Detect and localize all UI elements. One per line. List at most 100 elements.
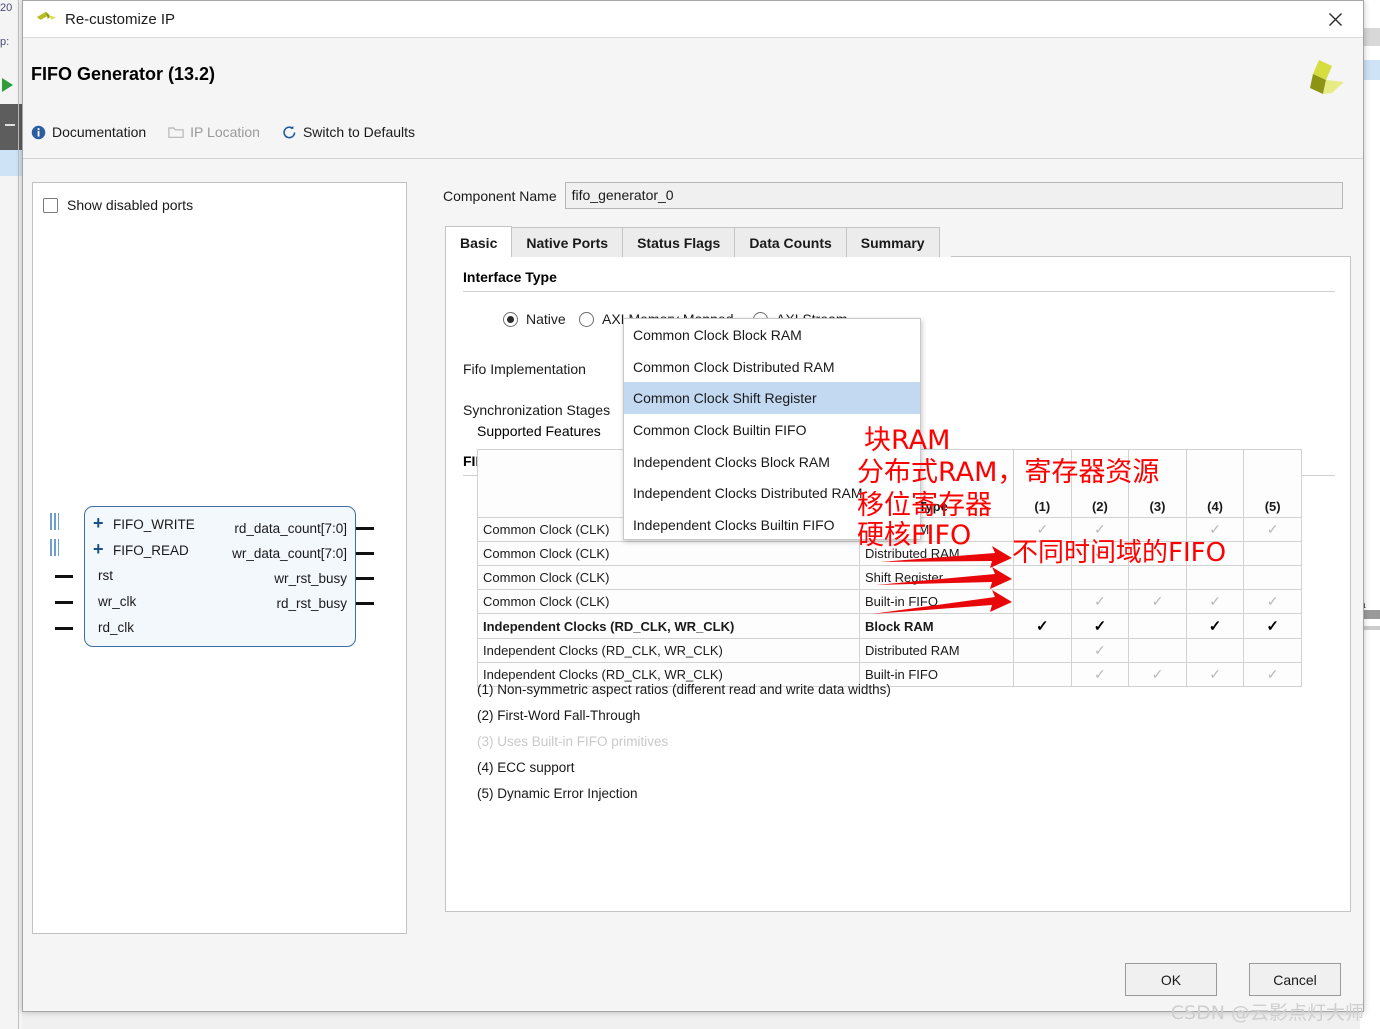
- close-icon[interactable]: [1307, 1, 1363, 38]
- component-name-row: Component Name fifo_generator_0: [443, 182, 1343, 209]
- show-disabled-ports-checkbox[interactable]: [43, 197, 58, 213]
- header-col-4: (4): [1185, 449, 1245, 518]
- expand-plus-icon-fifo-read[interactable]: +: [93, 540, 104, 558]
- cell-feature-1: [1013, 638, 1072, 663]
- documentation-label: Documentation: [52, 124, 147, 140]
- cell-feature-3: [1128, 541, 1187, 566]
- documentation-button[interactable]: Documentation: [31, 124, 146, 140]
- dialog-button-bar: OK Cancel: [23, 950, 1365, 1012]
- table-row: Common Clock (CLK) Shift Register: [477, 565, 1302, 590]
- footnote-2: (2) First-Word Fall-Through: [477, 708, 641, 723]
- cell-feature-1: [1013, 565, 1072, 590]
- cell-memory-type: Shift Register: [859, 565, 1014, 590]
- cell-memory-type: Distributed RAM: [859, 541, 1014, 566]
- show-disabled-ports-row[interactable]: Show disabled ports: [43, 197, 193, 213]
- cell-clock-domain: Common Clock (CLK): [477, 565, 860, 590]
- background-text-fragment-2: p:: [0, 36, 10, 48]
- cell-feature-4: [1185, 541, 1245, 566]
- bus-label-fifo-read: FIFO_READ: [113, 543, 189, 558]
- bus-stub-fifo-write: [50, 513, 59, 530]
- port-label-rd-data-count: rd_data_count[7:0]: [234, 521, 347, 536]
- radio-native[interactable]: Native: [503, 311, 566, 327]
- fifo-implementation-dropdown[interactable]: Common Clock Block RAM Common Clock Distr…: [623, 318, 921, 540]
- cell-feature-2: ✓: [1070, 517, 1130, 542]
- tab-native-ports[interactable]: Native Ports: [511, 227, 624, 258]
- cell-feature-2: ✓: [1070, 662, 1130, 687]
- cell-feature-3: ✓: [1128, 589, 1187, 614]
- cell-feature-3: [1128, 613, 1187, 639]
- tab-summary[interactable]: Summary: [845, 227, 940, 258]
- switch-to-defaults-label: Switch to Defaults: [302, 124, 416, 140]
- dropdown-option-4[interactable]: Independent Clocks Block RAM: [624, 446, 920, 478]
- settings-panel: Component Name fifo_generator_0 Basic Na…: [443, 182, 1353, 934]
- basic-tab-content: Interface Type Native AXI Memory Mapped …: [445, 257, 1351, 912]
- cell-feature-1: [1013, 662, 1072, 687]
- cell-feature-4: ✓: [1185, 662, 1245, 687]
- dropdown-option-2[interactable]: Common Clock Shift Register: [624, 382, 920, 415]
- footnote-4: (4) ECC support: [477, 760, 575, 775]
- pin-stub-rst: [55, 575, 73, 578]
- radio-axi-memory-mapped-indicator[interactable]: [579, 311, 594, 327]
- ip-location-button[interactable]: IP Location: [168, 124, 260, 140]
- supported-features-table-body: Common Clock (CLK)Block RAM✓✓✓✓Common Cl…: [477, 517, 1302, 687]
- cell-feature-3: [1128, 517, 1187, 542]
- tab-bar-filler: [951, 226, 1351, 257]
- table-row: Common Clock (CLK) Built-in FIFO ✓ ✓ ✓ ✓: [477, 589, 1302, 614]
- bus-stub-fifo-read: [50, 539, 59, 556]
- cell-feature-2: ✓: [1070, 613, 1130, 639]
- cell-feature-5: [1243, 638, 1302, 663]
- pin-stub-wr-data-count: [356, 552, 374, 555]
- dropdown-option-3[interactable]: Common Clock Builtin FIFO: [624, 414, 920, 446]
- dropdown-option-6[interactable]: Independent Clocks Builtin FIFO: [624, 509, 920, 541]
- supported-features-label: Supported Features: [477, 423, 601, 439]
- cell-feature-5: ✓: [1243, 613, 1302, 639]
- dropdown-option-1[interactable]: Common Clock Distributed RAM: [624, 351, 920, 383]
- run-triangle-icon: [2, 78, 13, 92]
- port-label-rd-clk: rd_clk: [98, 620, 135, 635]
- component-name-input[interactable]: fifo_generator_0: [564, 182, 1343, 209]
- cell-feature-2: ✓: [1070, 541, 1130, 566]
- show-disabled-ports-label: Show disabled ports: [67, 197, 194, 213]
- fifo-implementation-label: Fifo Implementation: [463, 361, 586, 377]
- cell-feature-5: ✓: [1243, 662, 1302, 687]
- tab-status-flags[interactable]: Status Flags: [622, 227, 736, 258]
- cell-feature-5: ✓: [1243, 589, 1302, 614]
- cell-feature-4: ✓: [1185, 517, 1245, 542]
- switch-to-defaults-button[interactable]: Switch to Defaults: [282, 124, 415, 140]
- refresh-icon: [283, 125, 296, 138]
- cancel-button[interactable]: Cancel: [1249, 963, 1341, 996]
- dropdown-option-0[interactable]: Common Clock Block RAM: [624, 319, 920, 351]
- cell-feature-1: [1013, 589, 1072, 614]
- radio-native-indicator[interactable]: [503, 311, 518, 327]
- tab-bar: Basic Native Ports Status Flags Data Cou…: [445, 226, 953, 258]
- page-title: FIFO Generator (13.2): [31, 64, 216, 84]
- port-label-wr-data-count: wr_data_count[7:0]: [232, 546, 347, 561]
- pin-stub-wr-clk: [55, 601, 73, 604]
- expand-plus-icon-fifo-write[interactable]: +: [93, 514, 104, 532]
- cell-feature-2: ✓: [1070, 589, 1130, 614]
- header-col-5: (5): [1243, 449, 1302, 518]
- synchronization-stages-label: Synchronization Stages: [463, 402, 611, 418]
- table-row: Independent Clocks (RD_CLK, WR_CLK) Block…: [477, 613, 1302, 639]
- footnote-5: (5) Dynamic Error Injection: [477, 786, 638, 801]
- cell-feature-4: [1185, 565, 1245, 590]
- cell-feature-4: [1185, 638, 1245, 663]
- ip-location-label: IP Location: [190, 124, 260, 140]
- dropdown-option-5[interactable]: Independent Clocks Distributed RAM: [624, 477, 920, 509]
- cell-feature-5: ✓: [1243, 517, 1302, 542]
- cell-feature-3: [1128, 565, 1187, 590]
- pin-stub-rd-clk: [55, 627, 73, 630]
- header-col-3: (3): [1128, 449, 1187, 518]
- footnote-3: (3) Uses Built-in FIFO primitives: [477, 734, 669, 749]
- cell-feature-2: [1070, 565, 1130, 590]
- cell-feature-3: ✓: [1128, 662, 1187, 687]
- dialog-body: Show disabled ports + FIFO_WRITE + FIFO_…: [23, 160, 1365, 950]
- ok-button[interactable]: OK: [1125, 963, 1217, 996]
- interface-type-rule: [463, 291, 1335, 292]
- tab-basic[interactable]: Basic: [445, 226, 513, 258]
- dialog-titlebar: Re-customize IP: [23, 1, 1363, 38]
- tab-data-counts[interactable]: Data Counts: [734, 227, 847, 258]
- folder-icon: [168, 127, 184, 138]
- cell-feature-1: [1013, 541, 1072, 566]
- fifo-symbol-block: + FIFO_WRITE + FIFO_READ rst wr_clk rd_c…: [84, 506, 356, 647]
